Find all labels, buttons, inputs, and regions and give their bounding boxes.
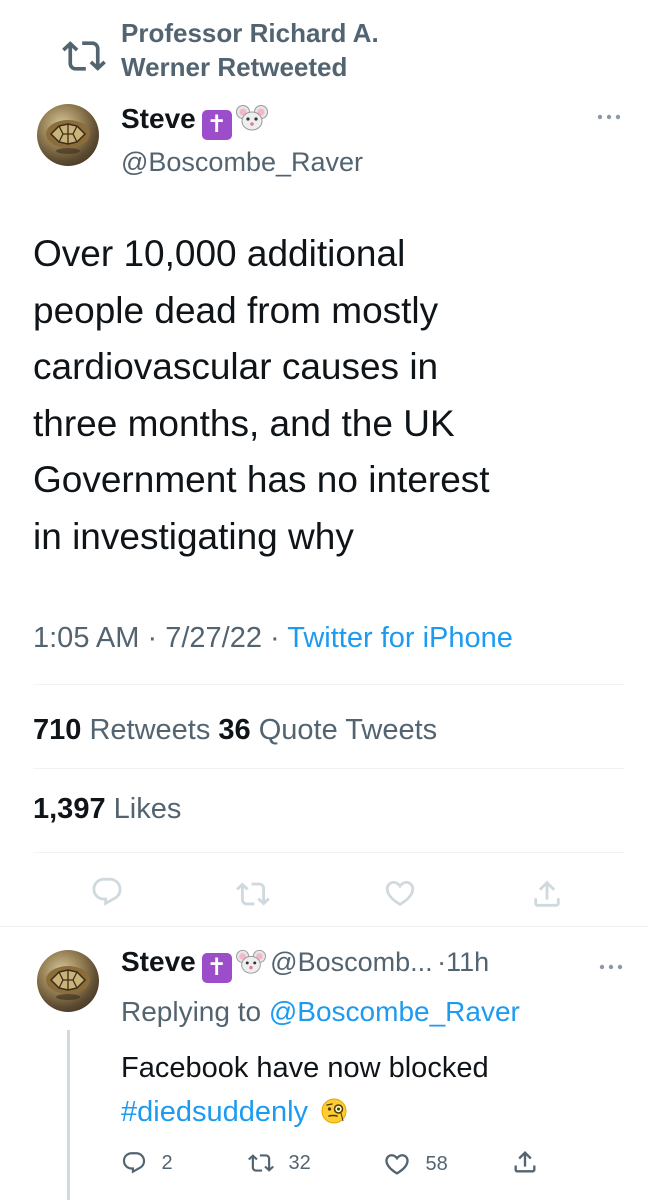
replying-to-handle-link[interactable]: @Boscombe_Raver [269, 996, 520, 1027]
reply-like-button[interactable]: 58 [383, 1150, 448, 1178]
replying-prefix: Replying to [121, 996, 262, 1027]
retweets-count: 710 [33, 714, 82, 746]
tweet-date: 7/27/22 [165, 622, 262, 654]
turtle-avatar-image [46, 120, 90, 154]
likes-label: Likes [113, 793, 182, 825]
tweet-time: 1:05 AM [33, 622, 140, 654]
likes-count: 1,397 [33, 793, 106, 825]
tweet-meta: 1:05 AM · 7/27/22 · Twitter for iPhone [33, 618, 513, 658]
quote-tweets-label: Quote Tweets [258, 714, 438, 746]
reply-replies-count: 2 [161, 1152, 173, 1174]
reply-author-handle: @Boscomb... [270, 947, 433, 977]
like-icon[interactable] [383, 876, 417, 910]
reply-retweet-button[interactable]: 32 [248, 1150, 311, 1176]
quote-tweets-count: 36 [218, 714, 251, 746]
reply-retweets-count: 32 [288, 1152, 311, 1174]
divider [33, 852, 624, 853]
tweet-source-link[interactable]: Twitter for iPhone [287, 622, 513, 654]
retweet-attribution[interactable]: Professor Richard A. Werner Retweeted [121, 16, 461, 84]
divider [33, 768, 624, 769]
reply-time: ·11h [437, 947, 490, 977]
quote-tweets-stat[interactable]: 36 Quote Tweets [218, 714, 437, 746]
reply-header[interactable]: Steve ✝ @Boscomb... ·11h [121, 946, 631, 983]
hashtag-link[interactable]: #diedsuddenly [121, 1096, 308, 1128]
reply-icon [122, 1152, 146, 1174]
mouse-face-emoji-icon [235, 948, 266, 981]
retweet-icon [62, 41, 106, 71]
retweet-action-icon[interactable] [236, 877, 270, 911]
latin-cross-emoji-icon: ✝ [201, 953, 232, 983]
mouse-face-emoji-icon [235, 103, 268, 141]
reply-reply-button[interactable]: 2 [121, 1150, 173, 1176]
meta-separator: · [147, 622, 158, 654]
meta-separator: · [270, 622, 280, 654]
tweet-text: Over 10,000 additional people dead from … [33, 233, 490, 557]
reply-text: Facebook have now blocked #diedsuddenly [121, 1046, 621, 1138]
share-icon [514, 1151, 536, 1173]
reply-text-line: Facebook have now blocked [121, 1052, 489, 1084]
reply-icon[interactable] [90, 875, 124, 909]
retweets-label: Retweets [89, 714, 211, 746]
divider [0, 926, 648, 927]
retweeter-line1: Professor Richard A. [121, 18, 379, 48]
author-name: Steve [121, 103, 196, 134]
divider [33, 684, 624, 685]
share-icon[interactable] [530, 877, 564, 911]
like-icon [385, 1154, 409, 1175]
latin-cross-emoji-icon: ✝ [201, 110, 232, 140]
retweets-stat[interactable]: 710 Retweets [33, 714, 210, 746]
author-handle[interactable]: @Boscombe_Raver [121, 145, 363, 179]
turtle-avatar-image [46, 966, 90, 1000]
reply-likes-count: 58 [425, 1153, 448, 1175]
replying-to: Replying to @Boscombe_Raver [121, 994, 520, 1030]
reply-author-name: Steve [121, 946, 196, 977]
reply-avatar[interactable] [37, 950, 99, 1012]
reply-share-button[interactable] [511, 1148, 539, 1181]
face-with-monocle-emoji-icon [320, 1094, 348, 1138]
thread-line [67, 1030, 70, 1200]
avatar[interactable] [37, 104, 99, 166]
likes-stat[interactable]: 1,397 Likes [33, 789, 181, 829]
retweet-stats-row: 710 Retweets 36 Quote Tweets [33, 710, 437, 750]
reply-action-bar: 2 32 58 [121, 1150, 541, 1178]
author-name-row[interactable]: Steve ✝ [121, 102, 268, 141]
more-options-icon[interactable] [598, 962, 624, 972]
retweeter-line2: Werner Retweeted [121, 52, 348, 82]
more-options-icon[interactable] [596, 112, 622, 122]
retweet-action-icon [248, 1154, 274, 1172]
